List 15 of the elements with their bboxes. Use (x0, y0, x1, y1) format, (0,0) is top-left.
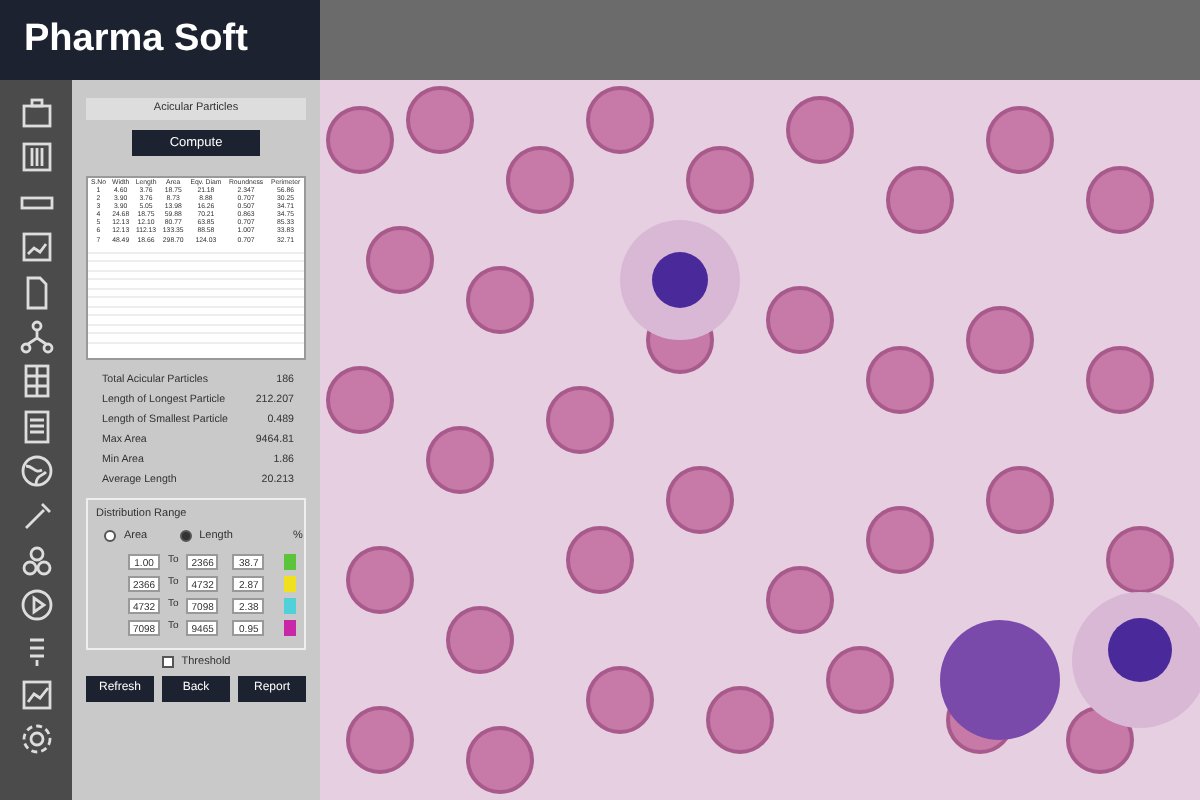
briefcase-icon[interactable] (19, 96, 53, 130)
threshold-checkbox[interactable] (161, 655, 174, 668)
settings-icon[interactable] (19, 722, 53, 757)
chart-icon[interactable] (19, 678, 53, 713)
network-icon[interactable] (19, 319, 53, 354)
grid-icon[interactable] (19, 364, 53, 399)
play-icon[interactable] (19, 588, 53, 623)
app-title: Pharma Soft (24, 15, 248, 64)
globe-icon[interactable] (19, 454, 53, 489)
image-icon[interactable] (19, 230, 53, 265)
sliders-icon[interactable] (19, 140, 53, 175)
circles-icon[interactable] (19, 543, 53, 578)
radio-button[interactable] (179, 530, 192, 543)
radio-button[interactable] (104, 530, 116, 543)
list-icon[interactable] (19, 409, 53, 444)
